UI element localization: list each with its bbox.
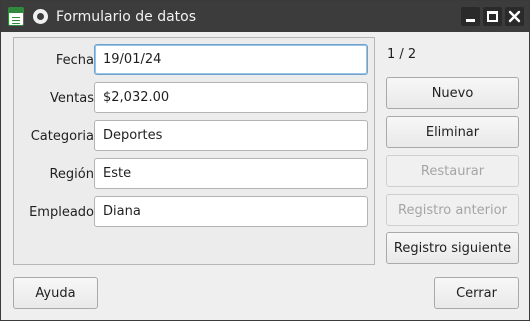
delete-record-button[interactable]: Eliminar (386, 116, 519, 148)
empleado-field[interactable] (94, 196, 368, 227)
fecha-field[interactable] (94, 44, 368, 75)
help-button[interactable]: Ayuda (13, 277, 98, 309)
field-label-empleado: Empleado (29, 205, 94, 220)
restore-button[interactable]: Restaurar (386, 155, 519, 187)
field-label-categoria: Categoria (30, 129, 94, 144)
previous-record-button[interactable]: Registro anterior (386, 194, 519, 226)
record-counter: 1 / 2 (387, 47, 417, 62)
new-record-button[interactable]: Nuevo (386, 77, 519, 109)
next-record-button[interactable]: Registro siguiente (386, 232, 519, 264)
window-title: Formulario de datos (56, 9, 197, 25)
spreadsheet-icon (8, 7, 24, 26)
close-button[interactable]: Cerrar (434, 277, 519, 309)
field-label-ventas: Ventas (50, 91, 94, 106)
minimize-icon[interactable] (461, 7, 480, 26)
close-icon[interactable] (505, 7, 524, 26)
field-label-fecha: Fecha (55, 53, 94, 68)
categoria-field[interactable] (94, 120, 368, 151)
data-form-dialog: Formulario de datos Fecha Ventas Categor… (0, 0, 530, 321)
window-menu-icon[interactable] (33, 9, 48, 24)
field-label-region: Región (49, 167, 94, 182)
title-bar[interactable]: Formulario de datos (1, 1, 529, 32)
region-field[interactable] (94, 158, 368, 189)
maximize-icon[interactable] (483, 7, 502, 26)
ventas-field[interactable] (94, 82, 368, 113)
fields-panel: Fecha Ventas Categoria Región Empleado (13, 37, 375, 265)
